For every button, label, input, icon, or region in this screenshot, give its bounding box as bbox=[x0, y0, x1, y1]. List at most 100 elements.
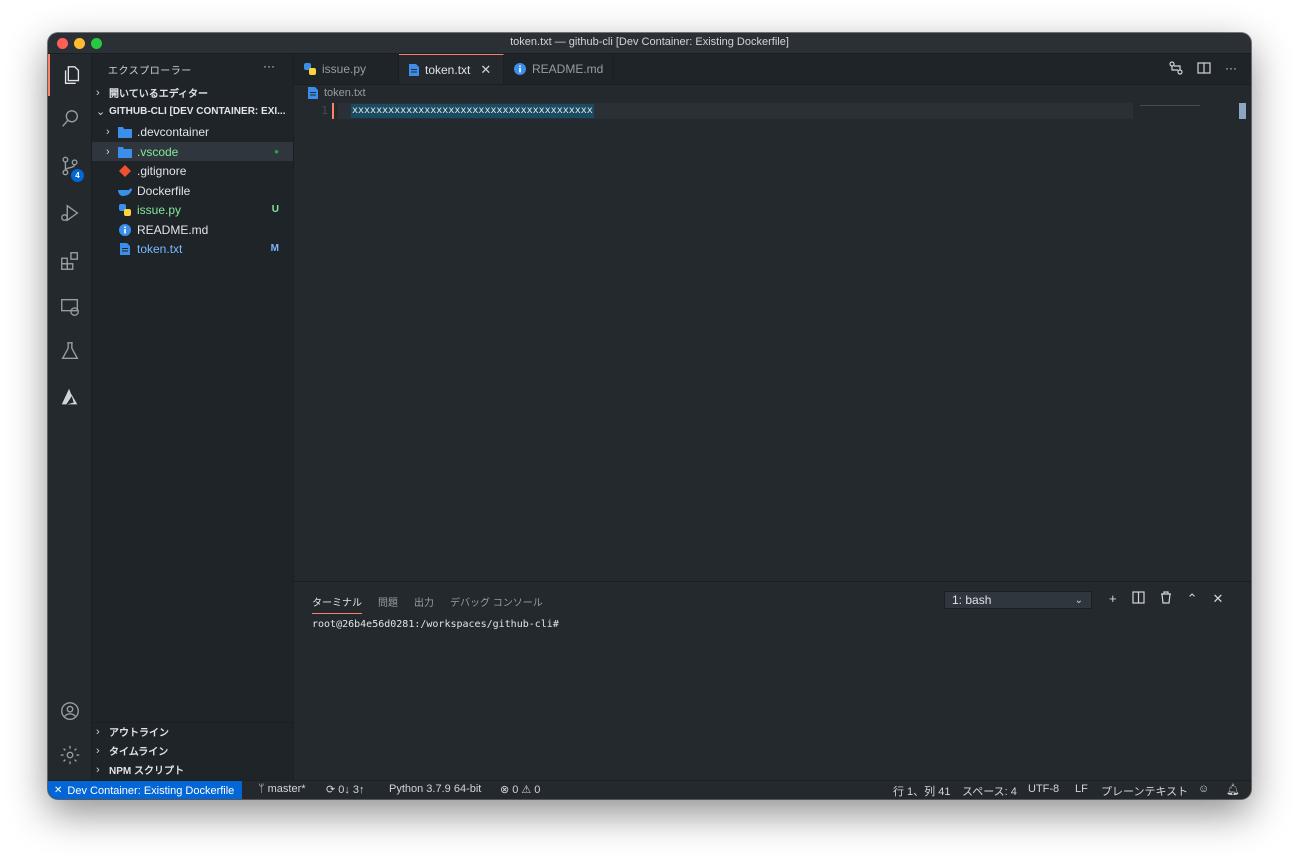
warning-count: 0 bbox=[534, 783, 541, 796]
end-of-line[interactable]: LF bbox=[1075, 783, 1088, 795]
file-name: .vscode bbox=[137, 144, 179, 159]
feedback-icon[interactable]: ☺ bbox=[1198, 783, 1209, 795]
encoding[interactable]: UTF-8 bbox=[1028, 783, 1059, 795]
section-label: 開いているエディター bbox=[109, 89, 208, 100]
editor-text[interactable]: xxxxxxxxxxxxxxxxxxxxxxxxxxxxxxxxxxxxxxxx bbox=[351, 104, 594, 118]
vscode-window: token.txt — github-cli [Dev Container: E… bbox=[48, 33, 1251, 799]
terminal-select-value: 1: bash bbox=[952, 593, 992, 607]
npm-scripts-section[interactable]: › NPM スクリプト bbox=[92, 760, 293, 779]
terminal-prompt[interactable]: root@26b4e56d0281:/workspaces/github-cli… bbox=[312, 619, 559, 630]
source-control-icon[interactable]: 4 bbox=[48, 145, 91, 187]
file-name: README.md bbox=[137, 222, 209, 237]
info-icon bbox=[118, 223, 132, 237]
chevron-right-icon: › bbox=[96, 763, 100, 776]
section-label: アウトライン bbox=[109, 728, 169, 739]
sync-status[interactable]: ⟳ 0↓ 3↑ bbox=[326, 783, 365, 797]
tab-problems[interactable]: 問題 bbox=[378, 594, 398, 614]
sync-icon: ⟳ bbox=[326, 784, 336, 796]
chevron-right-icon: › bbox=[96, 86, 100, 99]
timeline-section[interactable]: › タイムライン bbox=[92, 741, 293, 760]
editor-actions: ··· bbox=[1169, 61, 1237, 78]
remote-label: Dev Container: Existing Dockerfile bbox=[67, 784, 235, 797]
tree-item-issue-py[interactable]: issue.py U bbox=[92, 200, 293, 219]
modified-line-marker bbox=[332, 103, 334, 119]
close-panel-icon[interactable]: ✕ bbox=[1213, 591, 1224, 607]
panel-actions: + ⌃ ✕ bbox=[1109, 591, 1223, 607]
file-name: issue.py bbox=[137, 202, 182, 217]
maximize-panel-icon[interactable]: ⌃ bbox=[1187, 591, 1198, 607]
tree-item-readme[interactable]: README.md bbox=[92, 220, 293, 239]
terminal-panel: ターミナル 問題 出力 デバッグ コンソール 1: bash ⌄ + ⌃ ✕ r… bbox=[294, 581, 1251, 781]
git-icon bbox=[118, 164, 132, 178]
scrollbar-thumb[interactable] bbox=[1239, 103, 1246, 119]
tree-item-token-txt[interactable]: token.txt M bbox=[92, 239, 293, 258]
more-actions-icon[interactable]: ··· bbox=[1225, 61, 1237, 78]
folder-icon bbox=[118, 125, 132, 139]
terminal-select[interactable]: 1: bash ⌄ bbox=[944, 591, 1092, 609]
minimap[interactable] bbox=[1140, 105, 1200, 106]
tab-issue-py[interactable]: issue.py bbox=[294, 54, 399, 84]
notifications-bell-icon[interactable]: 🔔︎ bbox=[1226, 783, 1240, 796]
remote-explorer-icon[interactable] bbox=[48, 286, 91, 328]
branch-status[interactable]: ᛘ master* bbox=[258, 783, 306, 795]
tab-readme[interactable]: README.md bbox=[504, 54, 614, 84]
outline-section[interactable]: › アウトライン bbox=[92, 722, 293, 741]
close-tab-icon[interactable]: ✕ bbox=[480, 62, 491, 78]
text-file-icon bbox=[409, 63, 419, 76]
modified-badge: M bbox=[270, 243, 279, 254]
extensions-icon[interactable] bbox=[48, 240, 91, 282]
python-icon bbox=[304, 63, 316, 75]
testing-icon[interactable] bbox=[48, 330, 91, 372]
run-debug-icon[interactable] bbox=[48, 192, 91, 234]
settings-gear-icon[interactable] bbox=[48, 734, 91, 776]
tab-token-txt[interactable]: token.txt ✕ bbox=[399, 54, 504, 84]
open-editors-section[interactable]: › 開いているエディター bbox=[92, 83, 293, 102]
file-name: .devcontainer bbox=[137, 124, 210, 139]
chevron-down-icon: ⌄ bbox=[1074, 594, 1083, 606]
explorer-title: エクスプローラー bbox=[108, 66, 192, 77]
explorer-sidebar: エクスプローラー ··· › 開いているエディター ⌄ GITHUB-CLI [… bbox=[92, 54, 294, 780]
error-count: 0 bbox=[512, 783, 519, 796]
workspace-section[interactable]: ⌄ GITHUB-CLI [DEV CONTAINER: EXI... bbox=[92, 102, 293, 121]
open-changes-icon[interactable] bbox=[1169, 61, 1183, 78]
language-mode[interactable]: プレーンテキスト bbox=[1101, 783, 1188, 799]
error-icon: ⊗ bbox=[500, 784, 510, 796]
tab-debug-console[interactable]: デバッグ コンソール bbox=[450, 594, 543, 614]
explorer-more-button[interactable]: ··· bbox=[263, 59, 275, 73]
file-name: .gitignore bbox=[137, 163, 187, 178]
chevron-right-icon: › bbox=[96, 725, 100, 738]
tab-label: issue.py bbox=[322, 62, 367, 76]
chevron-right-icon: › bbox=[96, 744, 100, 757]
info-icon bbox=[514, 63, 526, 75]
accounts-icon[interactable] bbox=[48, 690, 91, 732]
remote-indicator[interactable]: ✕ Dev Container: Existing Dockerfile bbox=[48, 781, 243, 799]
tree-item-devcontainer[interactable]: › .devcontainer bbox=[92, 122, 293, 141]
tree-item-dockerfile[interactable]: Dockerfile bbox=[92, 181, 293, 200]
line-number: 1 bbox=[321, 104, 328, 117]
tab-output[interactable]: 出力 bbox=[414, 594, 434, 614]
breadcrumb[interactable]: token.txt bbox=[308, 87, 366, 99]
split-editor-icon[interactable] bbox=[1197, 61, 1211, 78]
explorer-icon[interactable] bbox=[48, 54, 93, 96]
untracked-badge: U bbox=[271, 204, 279, 215]
problems-status[interactable]: ⊗ 0 ⚠ 0 bbox=[500, 783, 541, 797]
warning-icon: ⚠ bbox=[521, 784, 532, 796]
new-terminal-icon[interactable]: + bbox=[1109, 591, 1117, 607]
trash-icon[interactable] bbox=[1160, 591, 1172, 607]
activity-bar: 4 bbox=[48, 54, 92, 780]
chevron-down-icon: ⌄ bbox=[96, 106, 106, 118]
title-bar: token.txt — github-cli [Dev Container: E… bbox=[48, 33, 1251, 54]
search-icon[interactable] bbox=[48, 98, 91, 140]
cursor-position[interactable]: 行 1、列 41 bbox=[893, 783, 950, 799]
panel-tabs: ターミナル 問題 出力 デバッグ コンソール bbox=[312, 594, 543, 614]
azure-icon[interactable] bbox=[48, 376, 91, 418]
section-label: GITHUB-CLI [DEV CONTAINER: EXI... bbox=[109, 106, 286, 117]
text-file-icon bbox=[308, 87, 318, 99]
tree-item-vscode[interactable]: › .vscode ● bbox=[92, 142, 293, 161]
split-terminal-icon[interactable] bbox=[1131, 591, 1145, 607]
indentation[interactable]: スペース: 4 bbox=[962, 783, 1017, 799]
tree-item-gitignore[interactable]: .gitignore bbox=[92, 161, 293, 180]
sync-counts: 0↓ 3↑ bbox=[338, 783, 365, 796]
python-interpreter[interactable]: Python 3.7.9 64-bit bbox=[389, 783, 481, 795]
tab-terminal[interactable]: ターミナル bbox=[312, 594, 362, 614]
